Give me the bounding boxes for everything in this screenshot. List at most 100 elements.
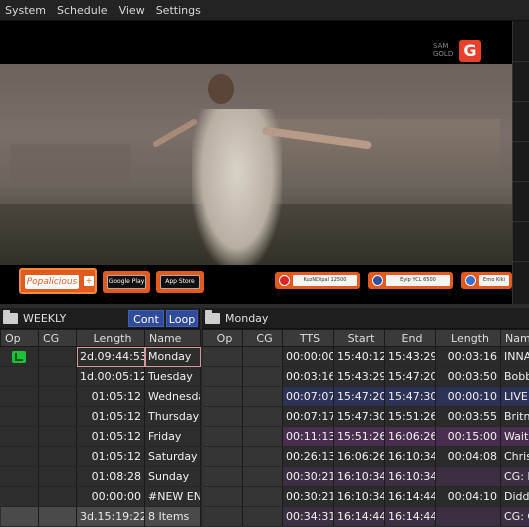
weekly-table: Op CG Length Name 2d.09:44:53 Monday 1d.00…	[0, 329, 201, 527]
row-tts-cell: 00:26:13	[282, 446, 334, 467]
row-op-cell[interactable]	[0, 426, 39, 447]
row-start-cell: 15:47:20	[333, 386, 385, 407]
col-tts[interactable]: TTS	[282, 329, 334, 347]
playlist-row[interactable]: 01:05:12 Wednesda	[0, 386, 201, 407]
row-op-cell[interactable]	[0, 346, 39, 367]
ad-popalicious: Popalicious +	[19, 268, 97, 294]
row-length-cell: 00:03:50	[435, 366, 501, 387]
col-length[interactable]: Length	[76, 329, 145, 347]
row-op-cell[interactable]	[202, 386, 243, 407]
col-name[interactable]: Name	[144, 329, 201, 347]
col-start[interactable]: Start	[333, 329, 385, 347]
row-cg-cell	[242, 506, 283, 527]
row-cg-cell	[38, 406, 77, 427]
schedule-row[interactable]: 00:07:1715:47:3015:51:2600:03:55Britne	[202, 406, 529, 427]
schedule-row[interactable]: 00:30:2116:10:3416:14:4400:04:10Diddy	[202, 486, 529, 507]
col-cg[interactable]: CG	[242, 329, 283, 347]
schedule-panel-header: Monday	[202, 308, 529, 329]
playlist-row[interactable]: 00:00:00#NEW ENT	[0, 486, 201, 507]
row-length-cell: 00:04:08	[435, 446, 501, 467]
background-castle-left	[10, 144, 130, 184]
row-name-cell: Tuesday	[144, 366, 201, 387]
row-start-cell: 15:47:30	[333, 406, 385, 427]
background-castle	[260, 119, 500, 179]
folder-icon	[3, 309, 18, 324]
row-tts-cell: 00:30:21	[282, 486, 334, 507]
schedule-row[interactable]: 00:07:07 15:47:20 15:47:30 00:00:10 LIVE	[202, 386, 529, 407]
col-length[interactable]: Length	[435, 329, 501, 347]
schedule-table-header: Op CG TTS Start End Length Name	[202, 329, 529, 347]
menu-view[interactable]: View	[114, 0, 151, 21]
col-cg[interactable]: CG	[38, 329, 77, 347]
row-op-cell[interactable]	[0, 386, 39, 407]
playlist-row[interactable]: 01:05:12 Thursday	[0, 406, 201, 427]
menu-schedule[interactable]: Schedule	[52, 0, 114, 21]
row-end-cell: 15:43:29	[384, 346, 436, 367]
row-name-cell: LIVE	[500, 386, 529, 407]
row-start-cell: 16:14:44	[333, 506, 385, 527]
schedule-row[interactable]: 00:26:1316:06:2616:10:3400:04:08Chris	[202, 446, 529, 467]
row-name-cell: Bobby	[500, 366, 529, 387]
playlist-row[interactable]: 1d.00:05:12 Tuesday	[0, 366, 201, 387]
row-name-cell: Saturday	[144, 446, 201, 467]
row-op-cell[interactable]	[0, 486, 39, 507]
playlist-row[interactable]: 01:08:28 Sunday	[0, 466, 201, 487]
playlist-row[interactable]: 01:05:12 Saturday	[0, 446, 201, 467]
row-start-cell: 15:51:26	[333, 426, 385, 447]
logo-g-icon: G	[459, 40, 481, 62]
row-name-cell: Wednesda	[144, 386, 201, 407]
row-op-cell[interactable]	[0, 406, 39, 427]
loop-button[interactable]: Loop	[166, 310, 198, 327]
cont-button[interactable]: Cont	[128, 310, 164, 327]
col-name[interactable]: Name	[500, 329, 529, 347]
row-op-cell[interactable]	[202, 506, 243, 527]
ad-ticker-1-text: KuzNDipal 12500	[293, 275, 357, 286]
schedule-row[interactable]: 00:30:2116:10:3416:10:34CG: N	[202, 466, 529, 487]
playlist-row[interactable]: 2d.09:44:53 Monday	[0, 346, 201, 367]
row-name-cell: Thursday	[144, 406, 201, 427]
row-cg-cell	[38, 446, 77, 467]
row-op-cell[interactable]	[0, 466, 39, 487]
col-op[interactable]: Op	[0, 329, 39, 347]
col-end[interactable]: End	[384, 329, 436, 347]
row-start-cell: 15:43:29	[333, 366, 385, 387]
row-op-cell[interactable]	[202, 346, 243, 367]
playlist-row[interactable]: 01:05:12 Friday	[0, 426, 201, 447]
schedule-row[interactable]: 00:34:3116:14:4416:14:44CG: C	[202, 506, 529, 527]
schedule-row[interactable]: 00:11:1315:51:2616:06:2600:15:00Wait:	[202, 426, 529, 447]
row-cg-cell	[38, 466, 77, 487]
row-cg-cell	[38, 366, 77, 387]
row-op-cell[interactable]	[202, 426, 243, 447]
row-length-cell: 00:15:00	[435, 426, 501, 447]
row-op-cell[interactable]	[0, 366, 39, 387]
row-name-cell: Britne	[500, 406, 529, 427]
row-length-cell	[435, 466, 501, 487]
row-cg-cell	[38, 426, 77, 447]
row-op-cell[interactable]	[202, 446, 243, 467]
app-store-badge: App Store	[160, 275, 200, 289]
folder-icon	[205, 309, 220, 324]
row-start-cell: 15:40:12	[333, 346, 385, 367]
row-length-cell: 00:03:16	[435, 346, 501, 367]
schedule-row[interactable]: 00:00:00 15:40:12 15:43:29 00:03:16 INNA	[202, 346, 529, 367]
row-cg-cell	[38, 486, 77, 507]
schedule-row[interactable]: 00:03:1615:43:2915:47:2000:03:50Bobby	[202, 366, 529, 387]
row-length-cell: 2d.09:44:53	[76, 346, 145, 367]
preview-side-ruler	[512, 21, 529, 304]
row-tts-cell: 00:07:17	[282, 406, 334, 427]
playlist-footer: 3d.15:19:22 8 Items	[0, 506, 201, 527]
us-flag-icon	[372, 275, 383, 286]
row-op-cell[interactable]	[202, 466, 243, 487]
row-length-cell	[435, 506, 501, 527]
row-op-cell[interactable]	[202, 406, 243, 427]
col-op[interactable]: Op	[202, 329, 243, 347]
row-cg-cell	[242, 466, 283, 487]
menu-system[interactable]: System	[0, 0, 52, 21]
row-name-cell: Wait:	[500, 426, 529, 447]
row-op-cell[interactable]	[202, 366, 243, 387]
row-op-cell[interactable]	[202, 486, 243, 507]
footer-item-count: 8 Items	[144, 506, 201, 527]
schedule-table: Op CG TTS Start End Length Name 00:00:00…	[202, 329, 529, 527]
menu-settings[interactable]: Settings	[151, 0, 207, 21]
row-op-cell[interactable]	[0, 446, 39, 467]
